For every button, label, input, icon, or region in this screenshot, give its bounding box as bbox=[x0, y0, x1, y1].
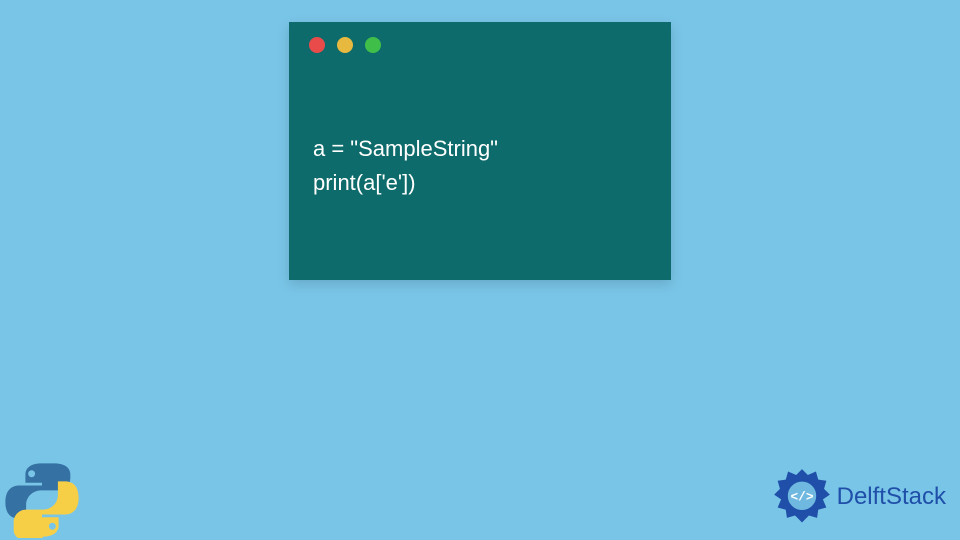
delftstack-icon: </> bbox=[773, 468, 831, 526]
code-block: a = "SampleString" print(a['e']) bbox=[289, 68, 671, 200]
delftstack-brand: </> DelftStack bbox=[773, 468, 946, 526]
close-icon bbox=[309, 37, 325, 53]
code-line: a = "SampleString" bbox=[313, 136, 498, 161]
code-line: print(a['e']) bbox=[313, 170, 416, 195]
python-icon bbox=[4, 462, 80, 538]
maximize-icon bbox=[365, 37, 381, 53]
minimize-icon bbox=[337, 37, 353, 53]
code-window: a = "SampleString" print(a['e']) bbox=[289, 22, 671, 280]
window-titlebar bbox=[289, 22, 671, 68]
brand-tag-text: </> bbox=[790, 489, 813, 504]
brand-name: DelftStack bbox=[837, 483, 946, 511]
